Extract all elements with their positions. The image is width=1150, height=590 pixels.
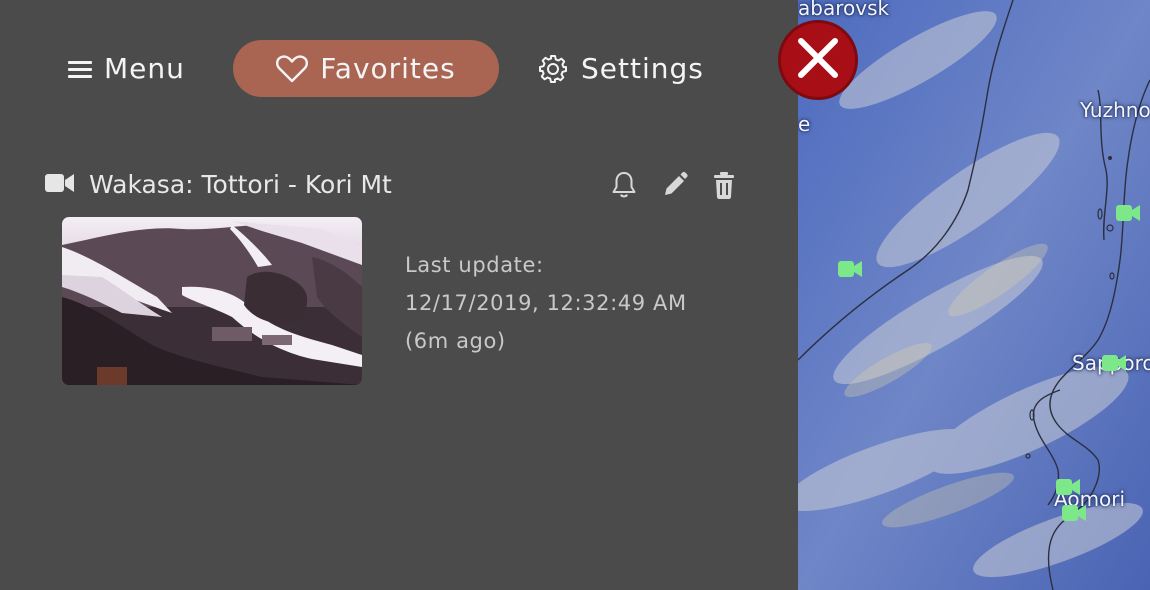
favorites-label: Favorites (320, 52, 456, 85)
pencil-icon[interactable] (660, 170, 688, 200)
camera-marker[interactable] (1062, 505, 1086, 521)
close-icon (796, 36, 840, 84)
bell-icon[interactable] (610, 170, 638, 200)
favorite-title[interactable]: Wakasa: Tottori - Kori Mt (89, 170, 392, 199)
map-label-e: e (798, 112, 811, 136)
favorite-actions (610, 170, 738, 200)
close-panel-button[interactable] (778, 20, 858, 100)
video-camera-icon (45, 172, 75, 198)
update-info: Last update: 12/17/2019, 12:32:49 AM (6m… (405, 246, 687, 360)
favorite-header: Wakasa: Tottori - Kori Mt (45, 170, 392, 199)
favorites-tab[interactable]: Favorites (233, 40, 499, 97)
update-time: 12/17/2019, 12:32:49 AM (405, 291, 687, 315)
camera-marker[interactable] (1102, 355, 1126, 371)
camera-marker[interactable] (1056, 479, 1080, 495)
menu-button[interactable]: Menu (68, 40, 185, 97)
settings-label: Settings (581, 52, 704, 85)
heart-icon (276, 54, 309, 83)
update-label: Last update: (405, 253, 544, 277)
gear-icon (537, 53, 569, 85)
map-label-khabarovsk: abarovsk (798, 0, 890, 20)
menu-label: Menu (104, 52, 185, 85)
camera-marker[interactable] (838, 261, 862, 277)
webcam-thumbnail[interactable] (62, 217, 362, 385)
trash-icon[interactable] (710, 170, 738, 200)
update-ago: (6m ago) (405, 329, 506, 353)
top-nav: Menu Favorites Settings (0, 40, 798, 98)
favorites-panel: Menu Favorites Settings Wakasa: Tottori … (0, 0, 798, 590)
weather-map[interactable]: abarovsk e Yuzhno Sapporo Aomori (798, 0, 1150, 590)
camera-marker[interactable] (1116, 205, 1140, 221)
hamburger-icon (68, 59, 92, 79)
settings-button[interactable]: Settings (537, 40, 704, 97)
map-label-yuzhno: Yuzhno (1080, 98, 1150, 122)
